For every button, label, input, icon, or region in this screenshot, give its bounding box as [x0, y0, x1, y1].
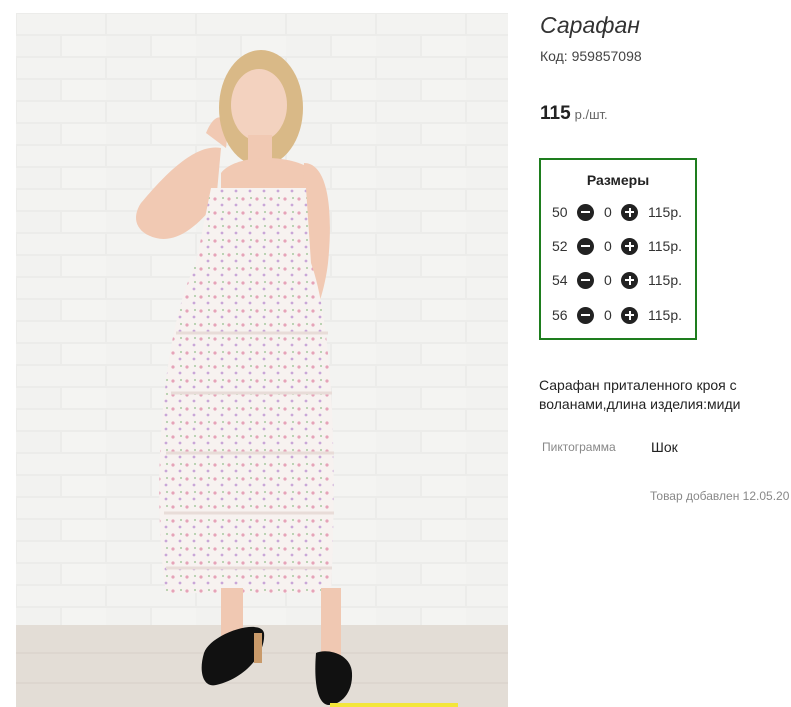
pictogram-label: Пиктограмма [542, 440, 616, 454]
date-added: Товар добавлен 12.05.20 [650, 489, 790, 503]
product-title: Сарафан [540, 12, 640, 38]
sizes-heading: Размеры [586, 172, 650, 188]
size-quantity: 0 [604, 204, 612, 220]
size-row: 50 0 115р. [541, 201, 695, 223]
size-price: 115р. [648, 307, 682, 323]
minus-circle-icon[interactable] [577, 306, 594, 324]
size-quantity: 0 [604, 272, 612, 288]
price-value: 115 [540, 103, 571, 124]
price-unit: р./шт. [574, 107, 608, 122]
size-row: 54 0 115р. [541, 269, 695, 291]
minus-circle-icon[interactable] [577, 237, 594, 255]
minus-circle-icon[interactable] [577, 203, 594, 221]
size-label: 52 [552, 238, 568, 254]
size-label: 50 [552, 204, 568, 220]
yellow-strip [330, 703, 458, 707]
plus-circle-icon[interactable] [621, 271, 638, 289]
plus-circle-icon[interactable] [621, 237, 638, 255]
size-quantity: 0 [604, 238, 612, 254]
product-code: Код: 959857098 [540, 48, 642, 64]
size-label: 54 [552, 272, 568, 288]
size-row: 56 0 115р. [541, 304, 695, 326]
plus-circle-icon[interactable] [621, 306, 638, 324]
size-price: 115р. [648, 238, 682, 254]
size-quantity: 0 [604, 307, 612, 323]
product-photo[interactable] [16, 13, 508, 707]
plus-circle-icon[interactable] [621, 203, 638, 221]
product-photo-art [16, 13, 508, 707]
minus-circle-icon[interactable] [577, 271, 594, 289]
size-price: 115р. [648, 204, 682, 220]
product-price: 115 р./шт. [540, 103, 608, 125]
sizes-panel: Размеры 50 0 115р. 52 0 115р. 54 0 115р.… [539, 158, 697, 340]
size-row: 52 0 115р. [541, 235, 695, 257]
size-label: 56 [552, 307, 568, 323]
product-description: Сарафан приталенного кроя с воланами,дли… [539, 377, 741, 412]
size-price: 115р. [648, 272, 682, 288]
pictogram-value: Шок [651, 439, 678, 455]
